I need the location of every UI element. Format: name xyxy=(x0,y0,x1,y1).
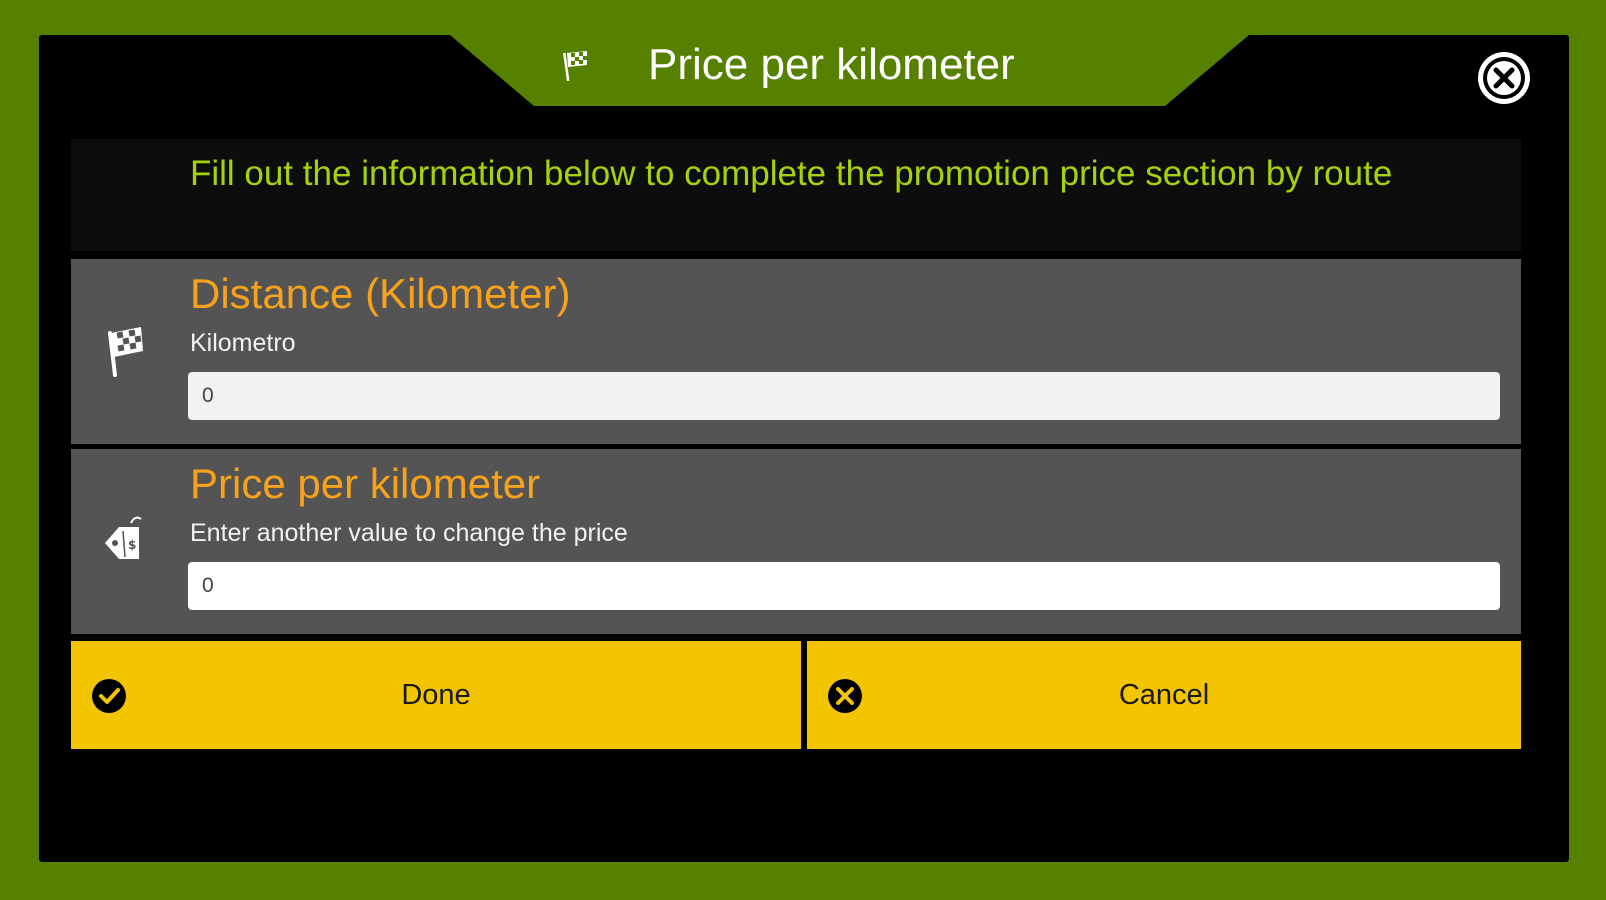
cancel-label: Cancel xyxy=(1118,679,1210,711)
svg-text:$: $ xyxy=(128,538,136,552)
checkered-flag-icon xyxy=(108,327,143,377)
price-section: $ Price per kilometer Enter another valu… xyxy=(71,449,1521,634)
close-icon xyxy=(1483,57,1525,99)
info-banner: Fill out the information below to comple… xyxy=(71,139,1521,251)
dialog-title: Price per kilometer xyxy=(648,40,1015,89)
price-input[interactable] xyxy=(188,562,1500,610)
distance-label: Kilometro xyxy=(190,329,296,357)
distance-title: Distance (Kilometer) xyxy=(190,270,571,317)
done-label: Done xyxy=(401,679,471,711)
dialog-title-bar: Price per kilometer xyxy=(450,35,1249,106)
cancel-button[interactable]: Cancel xyxy=(807,641,1521,749)
checkered-flag-icon xyxy=(563,51,587,82)
done-button[interactable]: Done xyxy=(71,641,801,749)
distance-input[interactable] xyxy=(188,372,1500,420)
price-tag-icon: $ xyxy=(105,516,142,559)
distance-section: Distance (Kilometer) Kilometro xyxy=(71,259,1521,444)
price-title: Price per kilometer xyxy=(190,460,541,507)
close-button[interactable] xyxy=(1478,52,1530,104)
info-text: Fill out the information below to comple… xyxy=(190,154,1393,193)
price-label: Enter another value to change the price xyxy=(190,519,628,547)
price-per-kilometer-dialog: Price per kilometer Fill out the informa… xyxy=(39,35,1569,862)
